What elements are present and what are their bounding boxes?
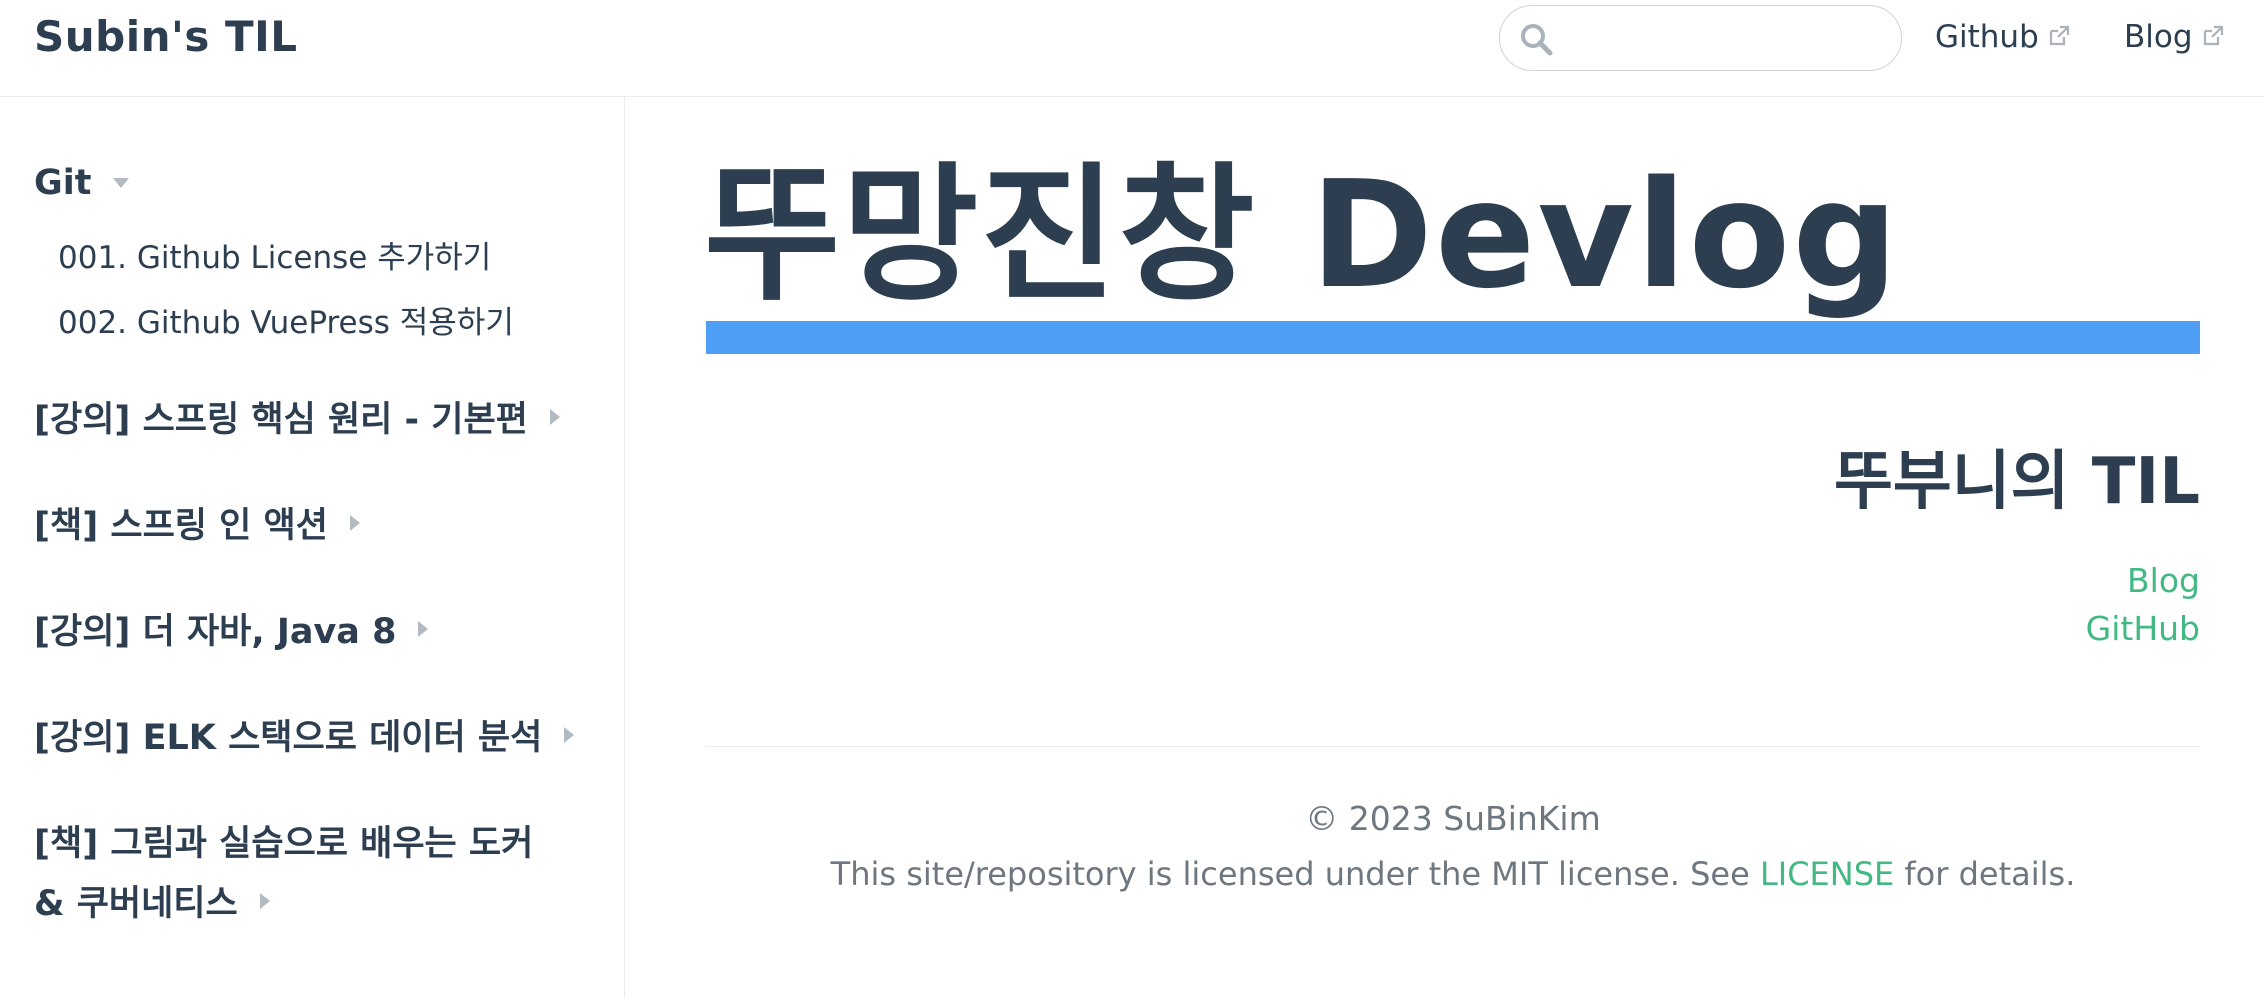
chevron-right-icon: [418, 621, 429, 637]
license-link[interactable]: LICENSE: [1760, 855, 1894, 893]
search-box[interactable]: [1499, 5, 1902, 71]
search-icon: [1521, 24, 1553, 56]
sidebar-group-title-line2: & 쿠버네티스: [34, 884, 238, 924]
sidebar-group-title: [책] 그림과 실습으로 배우는 도커: [34, 824, 534, 864]
sidebar: Git 001. Github License 추가하기 002. Github…: [0, 97, 625, 998]
site-name-link[interactable]: Subin's TIL: [34, 12, 298, 62]
search-input[interactable]: [1564, 14, 1884, 62]
footer-license-suffix: for details.: [1894, 855, 2076, 893]
github-link[interactable]: GitHub: [2086, 606, 2200, 652]
navbar: Subin's TIL Github Blog: [0, 0, 2264, 97]
nav-link-blog[interactable]: Blog: [2124, 17, 2225, 57]
footer-license-text: This site/repository is licensed under t…: [706, 851, 2200, 897]
sidebar-group-java8[interactable]: [강의] 더 자바, Java 8: [34, 602, 429, 662]
footer-license-prefix: This site/repository is licensed under t…: [830, 855, 1760, 893]
sidebar-item-github-vuepress[interactable]: 002. Github VuePress 적용하기: [58, 300, 514, 346]
page-title: 뚜망진창 Devlog: [704, 149, 1901, 321]
external-link-icon: [2049, 25, 2069, 46]
chevron-right-icon: [349, 515, 360, 531]
title-underline-bar: [706, 321, 2200, 354]
sidebar-group-elk[interactable]: [강의] ELK 스택으로 데이터 분석: [34, 708, 575, 768]
sidebar-group-title: [강의] 스프링 핵심 원리 - 기본편: [34, 400, 528, 440]
sidebar-group-spring-in-action[interactable]: [책] 스프링 인 액션: [34, 496, 360, 556]
sidebar-group-title: Git: [34, 163, 92, 203]
nav-link-github[interactable]: Github: [1935, 17, 2071, 57]
sidebar-group-title-cont: & 쿠버네티스: [34, 874, 594, 934]
nav-link-github-label: Github: [1935, 19, 2039, 55]
external-link-icon: [2203, 25, 2223, 46]
chevron-down-icon: [113, 178, 130, 188]
page-subtitle: 뚜부니의 TIL: [1833, 445, 2200, 519]
sidebar-group-title: [강의] 더 자바, Java 8: [34, 612, 397, 652]
blog-link[interactable]: Blog: [2127, 558, 2200, 604]
nav-link-blog-label: Blog: [2124, 19, 2193, 55]
chevron-right-icon: [259, 893, 270, 909]
sidebar-item-github-license[interactable]: 001. Github License 추가하기: [58, 235, 491, 281]
footer-divider: [706, 746, 2200, 747]
chevron-right-icon: [564, 727, 575, 743]
sidebar-group-title: [책] 스프링 인 액션: [34, 506, 328, 546]
sidebar-group-git[interactable]: Git: [34, 153, 130, 213]
chevron-right-icon: [549, 409, 560, 425]
sidebar-group-docker-k8s[interactable]: [책] 그림과 실습으로 배우는 도커 & 쿠버네티스: [34, 814, 594, 934]
sidebar-group-title: [강의] ELK 스택으로 데이터 분석: [34, 718, 543, 758]
sidebar-group-spring-core[interactable]: [강의] 스프링 핵심 원리 - 기본편: [34, 390, 560, 450]
footer-copyright: © 2023 SuBinKim: [1305, 799, 1601, 838]
